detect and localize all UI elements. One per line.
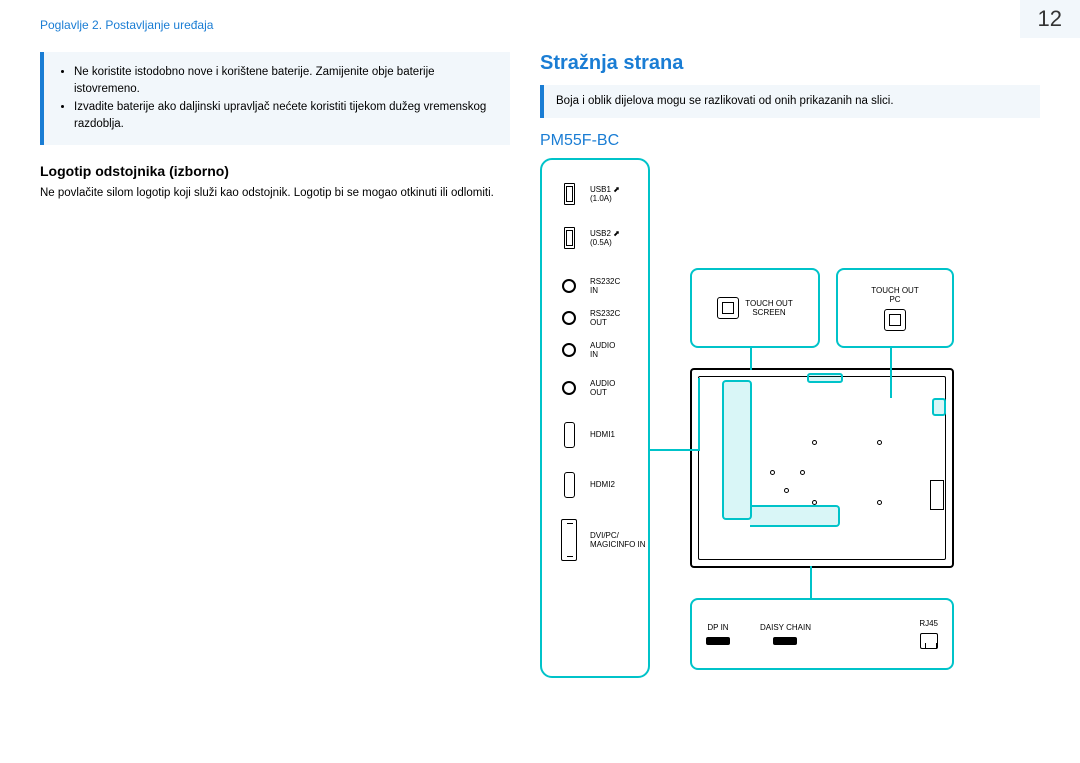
dvi-port-icon bbox=[561, 519, 577, 561]
leader-line bbox=[750, 348, 752, 370]
touch-pc-label: TOUCH OUTPC bbox=[871, 286, 918, 305]
rs232c-in-icon bbox=[562, 279, 576, 293]
rear-diagram: USB1 ⬈(1.0A) USB2 ⬈(0.5A) RS232CIN RS232… bbox=[540, 158, 1040, 698]
audio-in-icon bbox=[562, 343, 576, 357]
hdmi2-label: HDMI2 bbox=[590, 480, 615, 490]
hdmi1-label: HDMI1 bbox=[590, 430, 615, 440]
monitor-back-illustration bbox=[690, 368, 954, 568]
dp-in-port-icon bbox=[706, 637, 730, 645]
daisy-chain-port-icon bbox=[773, 637, 797, 645]
highlighted-port-strip-vertical bbox=[722, 380, 752, 520]
right-port-highlight bbox=[932, 398, 946, 416]
battery-note-box: Ne koristite istodobno nove i korištene … bbox=[40, 52, 510, 145]
rs232c-in-label: RS232CIN bbox=[590, 277, 620, 296]
logo-spacer-heading: Logotip odstojnika (izborno) bbox=[40, 163, 510, 179]
usb2-label: USB2 ⬈(0.5A) bbox=[590, 229, 620, 248]
left-column: Ne koristite istodobno nove i korištene … bbox=[40, 52, 510, 698]
audio-out-icon bbox=[562, 381, 576, 395]
usb1-port-icon bbox=[564, 183, 575, 205]
rs232c-out-icon bbox=[562, 311, 576, 325]
touch-out-screen-callout: TOUCH OUTSCREEN bbox=[690, 268, 820, 348]
usb2-port-icon bbox=[564, 227, 575, 249]
port-panel: USB1 ⬈(1.0A) USB2 ⬈(0.5A) RS232CIN RS232… bbox=[540, 158, 650, 678]
rj45-port-icon bbox=[920, 633, 938, 649]
rear-side-heading: Stražnja strana bbox=[540, 52, 1040, 75]
appearance-note: Boja i oblik dijelova mogu se razlikovat… bbox=[540, 85, 1040, 118]
touch-out-pc-callout: TOUCH OUTPC bbox=[836, 268, 954, 348]
bullet-2: Izvadite baterije ako daljinski upravlja… bbox=[74, 99, 496, 134]
top-port-highlight bbox=[807, 373, 843, 383]
audio-in-label: AUDIOIN bbox=[590, 341, 615, 360]
model-name: PM55F-BC bbox=[540, 132, 1040, 150]
rs232c-out-label: RS232COUT bbox=[590, 309, 620, 328]
usb1-label: USB1 ⬈(1.0A) bbox=[590, 185, 620, 204]
leader-line bbox=[890, 348, 892, 398]
leader-line bbox=[648, 449, 700, 451]
touch-pc-port-icon bbox=[884, 309, 906, 331]
hdmi1-icon bbox=[564, 422, 575, 448]
rj45-label: RJ45 bbox=[919, 619, 938, 629]
logo-spacer-text: Ne povlačite silom logotip koji služi ka… bbox=[40, 185, 510, 202]
audio-out-label: AUDIOOUT bbox=[590, 379, 615, 398]
touch-screen-label: TOUCH OUTSCREEN bbox=[745, 299, 792, 318]
dvi-label: DVI/PC/MAGICINFO IN bbox=[590, 531, 646, 550]
highlighted-port-strip-horizontal bbox=[750, 505, 840, 527]
hdmi2-icon bbox=[564, 472, 575, 498]
dp-in-label: DP IN bbox=[707, 623, 728, 633]
chapter-title: Poglavlje 2. Postavljanje uređaja bbox=[40, 18, 213, 32]
side-slot-icon bbox=[930, 480, 944, 510]
daisy-chain-label: DAISY CHAIN bbox=[760, 623, 811, 633]
touch-screen-port-icon bbox=[717, 297, 739, 319]
leader-line bbox=[810, 566, 812, 600]
bottom-ports-callout: DP IN DAISY CHAIN RJ45 bbox=[690, 598, 954, 670]
bullet-1: Ne koristite istodobno nove i korištene … bbox=[74, 64, 496, 99]
right-column: Stražnja strana Boja i oblik dijelova mo… bbox=[540, 52, 1040, 698]
leader-line bbox=[698, 378, 700, 451]
